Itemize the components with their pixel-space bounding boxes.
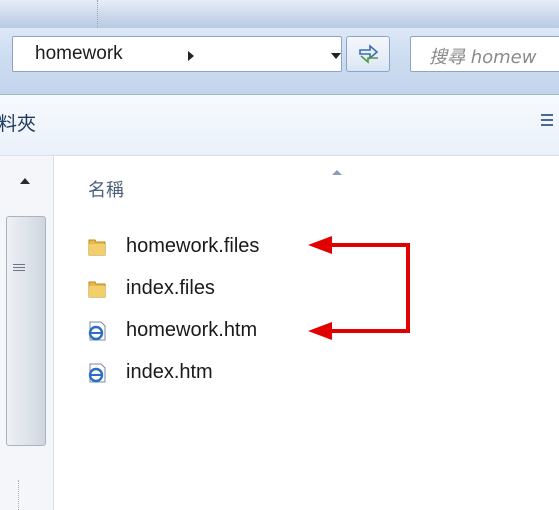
- annotation-arrowhead-top: [308, 236, 332, 254]
- annotation-arrowhead-bottom: [308, 322, 332, 340]
- annotation-bracket: [308, 236, 410, 340]
- annotation-arrows: [330, 243, 410, 333]
- annotation-bracket-line: [330, 243, 410, 333]
